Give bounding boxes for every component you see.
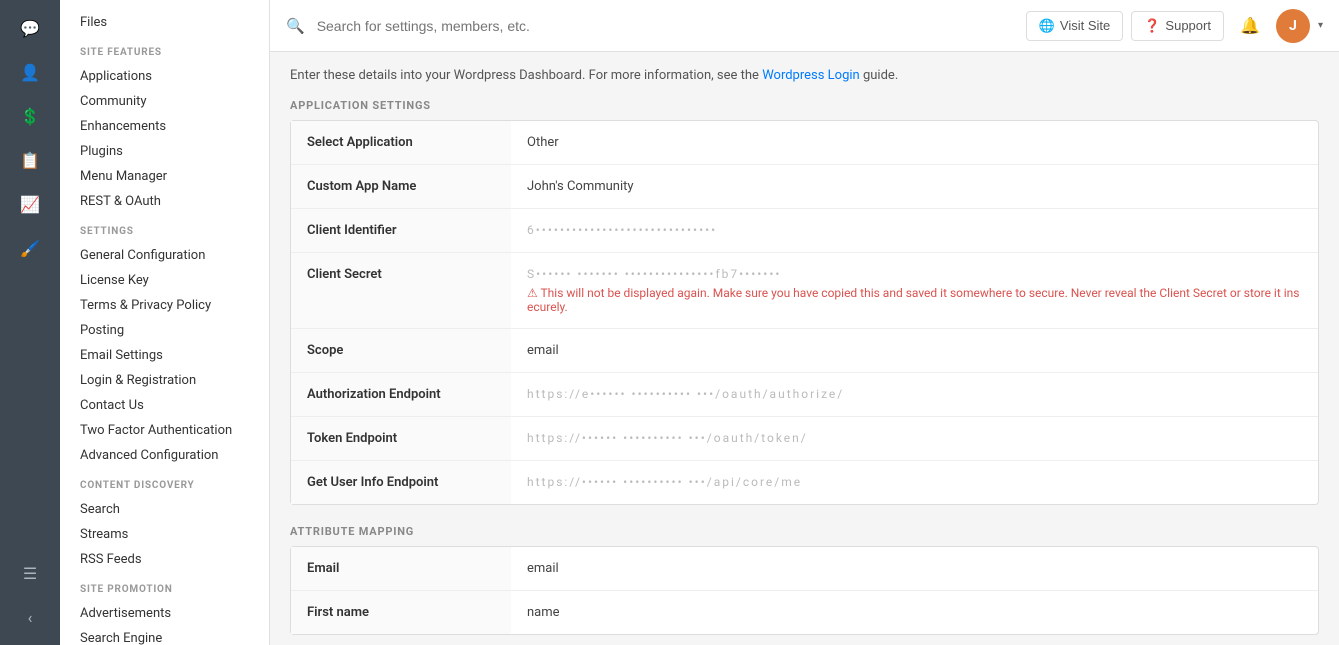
token-endpoint-blurred: https://•••••• •••••••••• •••/oauth/toke… xyxy=(527,431,808,445)
visit-site-label: Visit Site xyxy=(1060,18,1110,33)
sidebar-item-streams[interactable]: Streams xyxy=(60,522,269,547)
table-row: Token Endpoint https://•••••• ••••••••••… xyxy=(291,417,1318,461)
user-info-endpoint-label: Get User Info Endpoint xyxy=(291,461,511,504)
client-secret-warning: ⚠ This will not be displayed again. Make… xyxy=(527,286,1302,314)
app-settings-heading: APPLICATION SETTINGS xyxy=(290,99,1319,112)
attribute-mapping-table: Email email First name name xyxy=(290,546,1319,635)
table-row: Scope email xyxy=(291,329,1318,373)
table-row: Select Application Other xyxy=(291,121,1318,165)
sidebar-item-community[interactable]: Community xyxy=(60,89,269,114)
chart-icon[interactable]: 📈 xyxy=(8,184,52,224)
client-identifier-blurred: 6•••••••••••••••••••••••••••••• xyxy=(527,223,717,237)
content-area: Enter these details into your Wordpress … xyxy=(270,52,1339,645)
brush-icon[interactable]: 🖌️ xyxy=(8,228,52,268)
auth-endpoint-blurred: https://e•••••• •••••••••• •••/oauth/aut… xyxy=(527,387,844,401)
token-endpoint-label: Token Endpoint xyxy=(291,417,511,460)
sidebar-item-menu-manager[interactable]: Menu Manager xyxy=(60,164,269,189)
question-icon: ❓ xyxy=(1144,18,1160,34)
settings-heading: SETTINGS xyxy=(60,214,269,243)
icon-sidebar: 💬 👤 💲 📋 📈 🖌️ ☰ ‹ xyxy=(0,0,60,645)
select-application-label: Select Application xyxy=(291,121,511,164)
client-secret-blurred: S•••••• ••••••• •••••••••••••••fb7••••••… xyxy=(527,267,781,281)
sidebar-item-search[interactable]: Search xyxy=(60,497,269,522)
site-promotion-heading: SITE PROMOTION xyxy=(60,572,269,601)
email-mapping-value: email xyxy=(511,547,1318,590)
support-label: Support xyxy=(1165,18,1211,33)
sidebar-item-license-key[interactable]: License Key xyxy=(60,268,269,293)
search-input[interactable] xyxy=(317,18,1014,34)
sidebar-item-contact-us[interactable]: Contact Us xyxy=(60,393,269,418)
sidebar-item-enhancements[interactable]: Enhancements xyxy=(60,114,269,139)
table-row: Client Identifier 6•••••••••••••••••••••… xyxy=(291,209,1318,253)
search-icon: 🔍 xyxy=(286,17,305,35)
custom-app-name-value: John's Community xyxy=(511,165,1318,208)
client-identifier-label: Client Identifier xyxy=(291,209,511,252)
menu-icon[interactable]: ☰ xyxy=(8,553,52,593)
auth-endpoint-value: https://e•••••• •••••••••• •••/oauth/aut… xyxy=(511,373,1318,416)
wordpress-login-link[interactable]: Wordpress Login xyxy=(762,68,860,83)
sidebar-item-email-settings[interactable]: Email Settings xyxy=(60,343,269,368)
scope-label: Scope xyxy=(291,329,511,372)
auth-endpoint-label: Authorization Endpoint xyxy=(291,373,511,416)
content-discovery-heading: CONTENT DISCOVERY xyxy=(60,468,269,497)
firstname-mapping-value: name xyxy=(511,591,1318,634)
client-secret-value: S•••••• ••••••• •••••••••••••••fb7••••••… xyxy=(511,253,1318,328)
intro-text-suffix: guide. xyxy=(863,68,898,83)
intro-paragraph: Enter these details into your Wordpress … xyxy=(290,68,1319,83)
scope-value: email xyxy=(511,329,1318,372)
select-application-value: Other xyxy=(511,121,1318,164)
sidebar-item-advertisements[interactable]: Advertisements xyxy=(60,601,269,626)
intro-text-prefix: Enter these details into your Wordpress … xyxy=(290,68,759,83)
custom-app-name-label: Custom App Name xyxy=(291,165,511,208)
top-bar: 🔍 🌐 Visit Site ❓ Support 🔔 J ▾ xyxy=(270,0,1339,52)
visit-site-button[interactable]: 🌐 Visit Site xyxy=(1026,11,1124,41)
left-sidebar: Files SITE FEATURES Applications Communi… xyxy=(60,0,270,645)
sidebar-item-posting[interactable]: Posting xyxy=(60,318,269,343)
client-identifier-value: 6•••••••••••••••••••••••••••••• xyxy=(511,209,1318,252)
support-button[interactable]: ❓ Support xyxy=(1131,11,1224,41)
attribute-mapping-heading: ATTRIBUTE MAPPING xyxy=(290,525,1319,538)
sidebar-item-search-engine[interactable]: Search Engine xyxy=(60,626,269,645)
globe-icon: 🌐 xyxy=(1039,18,1055,34)
sidebar-files[interactable]: Files xyxy=(60,10,269,35)
sidebar-item-rest-oauth[interactable]: REST & OAuth xyxy=(60,189,269,214)
sidebar-item-general-config[interactable]: General Configuration xyxy=(60,243,269,268)
app-settings-table: Select Application Other Custom App Name… xyxy=(290,120,1319,505)
table-row: First name name xyxy=(291,591,1318,634)
main-area: 🔍 🌐 Visit Site ❓ Support 🔔 J ▾ Enter the… xyxy=(270,0,1339,645)
site-features-heading: SITE FEATURES xyxy=(60,35,269,64)
user-info-endpoint-blurred: https://•••••• •••••••••• •••/api/core/m… xyxy=(527,475,802,489)
sidebar-item-plugins[interactable]: Plugins xyxy=(60,139,269,164)
chevron-down-icon[interactable]: ▾ xyxy=(1318,20,1323,31)
top-bar-right: 🌐 Visit Site ❓ Support 🔔 J ▾ xyxy=(1026,8,1323,44)
icon-sidebar-bottom: ☰ ‹ xyxy=(8,553,52,645)
sidebar-item-two-factor[interactable]: Two Factor Authentication xyxy=(60,418,269,443)
sidebar-item-terms-privacy[interactable]: Terms & Privacy Policy xyxy=(60,293,269,318)
sidebar-item-rss-feeds[interactable]: RSS Feeds xyxy=(60,547,269,572)
email-mapping-label: Email xyxy=(291,547,511,590)
table-row: Authorization Endpoint https://e•••••• •… xyxy=(291,373,1318,417)
table-row: Client Secret S•••••• ••••••• ••••••••••… xyxy=(291,253,1318,329)
copy-icon[interactable]: 📋 xyxy=(8,140,52,180)
token-endpoint-value: https://•••••• •••••••••• •••/oauth/toke… xyxy=(511,417,1318,460)
table-row: Custom App Name John's Community xyxy=(291,165,1318,209)
avatar[interactable]: J xyxy=(1276,9,1310,43)
table-row: Email email xyxy=(291,547,1318,591)
sidebar-item-advanced-config[interactable]: Advanced Configuration xyxy=(60,443,269,468)
table-row: Get User Info Endpoint https://•••••• ••… xyxy=(291,461,1318,504)
sidebar-item-login-registration[interactable]: Login & Registration xyxy=(60,368,269,393)
chat-icon[interactable]: 💬 xyxy=(8,8,52,48)
sidebar-item-applications[interactable]: Applications xyxy=(60,64,269,89)
user-icon[interactable]: 👤 xyxy=(8,52,52,92)
dollar-icon[interactable]: 💲 xyxy=(8,96,52,136)
client-secret-label: Client Secret xyxy=(291,253,511,328)
user-info-endpoint-value: https://•••••• •••••••••• •••/api/core/m… xyxy=(511,461,1318,504)
collapse-icon[interactable]: ‹ xyxy=(8,597,52,637)
notifications-button[interactable]: 🔔 xyxy=(1232,8,1268,44)
firstname-mapping-label: First name xyxy=(291,591,511,634)
